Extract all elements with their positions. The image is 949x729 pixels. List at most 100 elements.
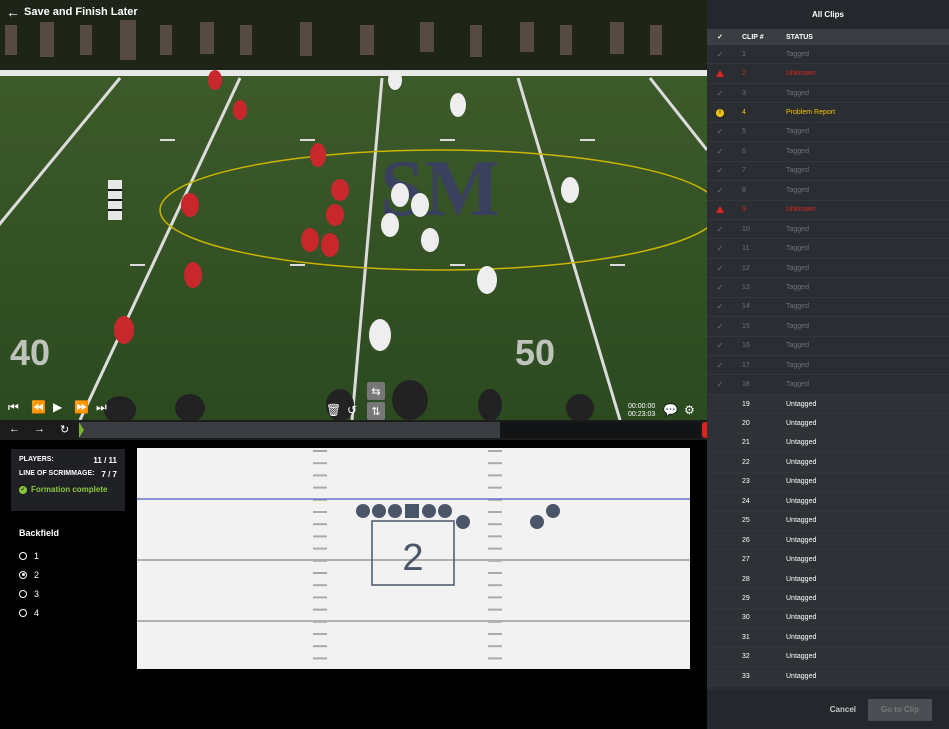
status-icon [707, 206, 733, 214]
clip-row[interactable]: ✓ 7 Tagged [707, 161, 949, 182]
radio-icon[interactable] [19, 570, 27, 579]
clip-row[interactable]: 27 Untagged [707, 550, 949, 570]
clip-row[interactable]: 28 Untagged [707, 569, 949, 590]
clip-row[interactable]: 26 Untagged [707, 530, 949, 551]
fast-forward-icon[interactable]: ⏩ [74, 400, 89, 414]
clip-number: 1 [742, 50, 746, 58]
player-marker[interactable] [388, 504, 402, 518]
backfield-option-3[interactable]: 3 [19, 584, 59, 603]
formation-field[interactable]: 2 [137, 448, 690, 669]
player-marker[interactable] [546, 504, 560, 518]
clips-list[interactable]: ✓ 1 Tagged 2 Unknown ✓ 3 Tagged! 4 Problem Report… [707, 45, 949, 688]
next-clip-icon[interactable]: → [34, 423, 45, 435]
clip-number: 22 [742, 458, 750, 466]
clip-row[interactable]: ✓ 14 Tagged [707, 297, 949, 318]
status-icon: ! [707, 108, 733, 117]
skip-back-icon[interactable]: ⏮ [8, 400, 19, 415]
clip-number: 12 [742, 264, 750, 272]
clip-row[interactable]: ✓ 6 Tagged [707, 142, 949, 162]
clip-row[interactable]: 19 Untagged [707, 394, 949, 415]
cancel-button[interactable]: Cancel [830, 705, 856, 714]
skip-forward-icon[interactable]: ⏭ [96, 400, 107, 415]
status-icon: ✓ [707, 50, 733, 59]
status-icon [707, 70, 733, 78]
clip-row[interactable]: ✓ 10 Tagged [707, 219, 949, 240]
clip-row[interactable]: 2 Unknown [707, 64, 949, 84]
clip-row[interactable]: 9 Unknown [707, 200, 949, 220]
undo-icon[interactable]: ↺ [347, 403, 357, 417]
clip-row[interactable]: ✓ 3 Tagged [707, 83, 949, 104]
radio-icon[interactable] [19, 608, 27, 617]
status-icon: ✓ [707, 361, 733, 370]
backfield-option-label: 1 [34, 550, 40, 561]
check-icon: ✓ [716, 49, 724, 59]
arrow-left-icon: ← [6, 4, 20, 20]
player-marker[interactable] [438, 504, 452, 518]
comment-icon[interactable]: 💬 [663, 403, 678, 417]
clip-status: Untagged [786, 400, 817, 408]
clip-row[interactable]: 20 Untagged [707, 414, 949, 434]
backfield-option-4[interactable]: 4 [19, 603, 59, 622]
clip-status: Tagged [786, 147, 809, 155]
video-player[interactable]: SM 40 50 ⇆ ⇅ ⏮ ⏪ ▶ ⏩ ⏭ 🗑 ↺ 00:00:00 00:2… [0, 0, 707, 420]
prev-clip-icon[interactable]: ← [9, 423, 20, 435]
clip-row[interactable]: 21 Untagged [707, 433, 949, 454]
clip-status: Unknown [786, 70, 816, 78]
clip-status: Tagged [786, 50, 809, 58]
clip-row[interactable]: ✓ 5 Tagged [707, 122, 949, 143]
clip-number: 18 [742, 381, 750, 389]
formation-complete-label: Formation complete [31, 485, 108, 494]
refresh-icon[interactable]: ↻ [60, 423, 69, 436]
gear-icon[interactable]: ⚙ [684, 403, 695, 417]
clip-number: 3 [742, 89, 746, 97]
clip-row[interactable]: ✓ 13 Tagged [707, 278, 949, 298]
clip-status: Unknown [786, 206, 816, 214]
overlay-tag-button[interactable]: ⇆ [367, 382, 385, 400]
clip-number: 11 [742, 245, 750, 253]
alert-icon: ! [716, 108, 724, 117]
trash-icon[interactable]: 🗑 [326, 403, 341, 417]
clip-row[interactable]: ✓ 12 Tagged [707, 258, 949, 279]
clip-row[interactable]: 22 Untagged [707, 453, 949, 473]
clip-row[interactable]: 25 Untagged [707, 511, 949, 531]
clip-row[interactable]: ✓ 18 Tagged [707, 375, 949, 395]
clip-row[interactable]: ✓ 11 Tagged [707, 239, 949, 259]
clip-row[interactable]: ✓ 1 Tagged [707, 45, 949, 65]
clip-row[interactable]: 23 Untagged [707, 472, 949, 493]
play-icon[interactable]: ▶ [53, 400, 62, 414]
backfield-option-2[interactable]: 2 [19, 565, 59, 584]
player-marker[interactable] [456, 515, 470, 529]
clip-row[interactable]: 29 Untagged [707, 589, 949, 609]
header-clip: CLIP # [742, 33, 764, 41]
clip-number: 31 [742, 633, 750, 641]
clip-timeline: ← → ↻ [0, 420, 707, 440]
rewind-icon[interactable]: ⏪ [31, 400, 46, 414]
check-icon: ✓ [716, 127, 724, 137]
player-marker[interactable] [372, 504, 386, 518]
clip-row[interactable]: ✓ 15 Tagged [707, 317, 949, 337]
clip-row[interactable]: ✓ 8 Tagged [707, 181, 949, 201]
clip-row[interactable]: 33 Untagged [707, 667, 949, 687]
clip-row[interactable]: 32 Untagged [707, 647, 949, 667]
center-marker[interactable] [405, 504, 419, 518]
clip-number: 20 [742, 420, 750, 428]
radio-icon[interactable] [19, 589, 27, 598]
status-icon: ✓ [707, 147, 733, 156]
clip-row[interactable]: ✓ 17 Tagged [707, 356, 949, 376]
player-marker[interactable] [422, 504, 436, 518]
player-marker[interactable] [530, 515, 544, 529]
clip-row[interactable]: ! 4 Problem Report [707, 103, 949, 123]
backfield-title: Backfield [19, 528, 60, 538]
player-marker[interactable] [356, 504, 370, 518]
go-to-clip-button[interactable]: Go to Clip [868, 698, 932, 721]
clip-row[interactable]: 24 Untagged [707, 492, 949, 512]
clip-row[interactable]: 30 Untagged [707, 608, 949, 629]
formation-info: PLAYERS: 11 / 11 LINE OF SCRIMMAGE: 7 / … [11, 449, 125, 511]
clip-number: 17 [742, 361, 750, 369]
timeline-track[interactable] [80, 422, 500, 438]
backfield-option-1[interactable]: 1 [19, 546, 59, 565]
clip-row[interactable]: ✓ 16 Tagged [707, 336, 949, 356]
save-finish-later-button[interactable]: ← Save and Finish Later [6, 5, 138, 19]
clip-row[interactable]: 31 Untagged [707, 628, 949, 648]
radio-icon[interactable] [19, 551, 27, 560]
